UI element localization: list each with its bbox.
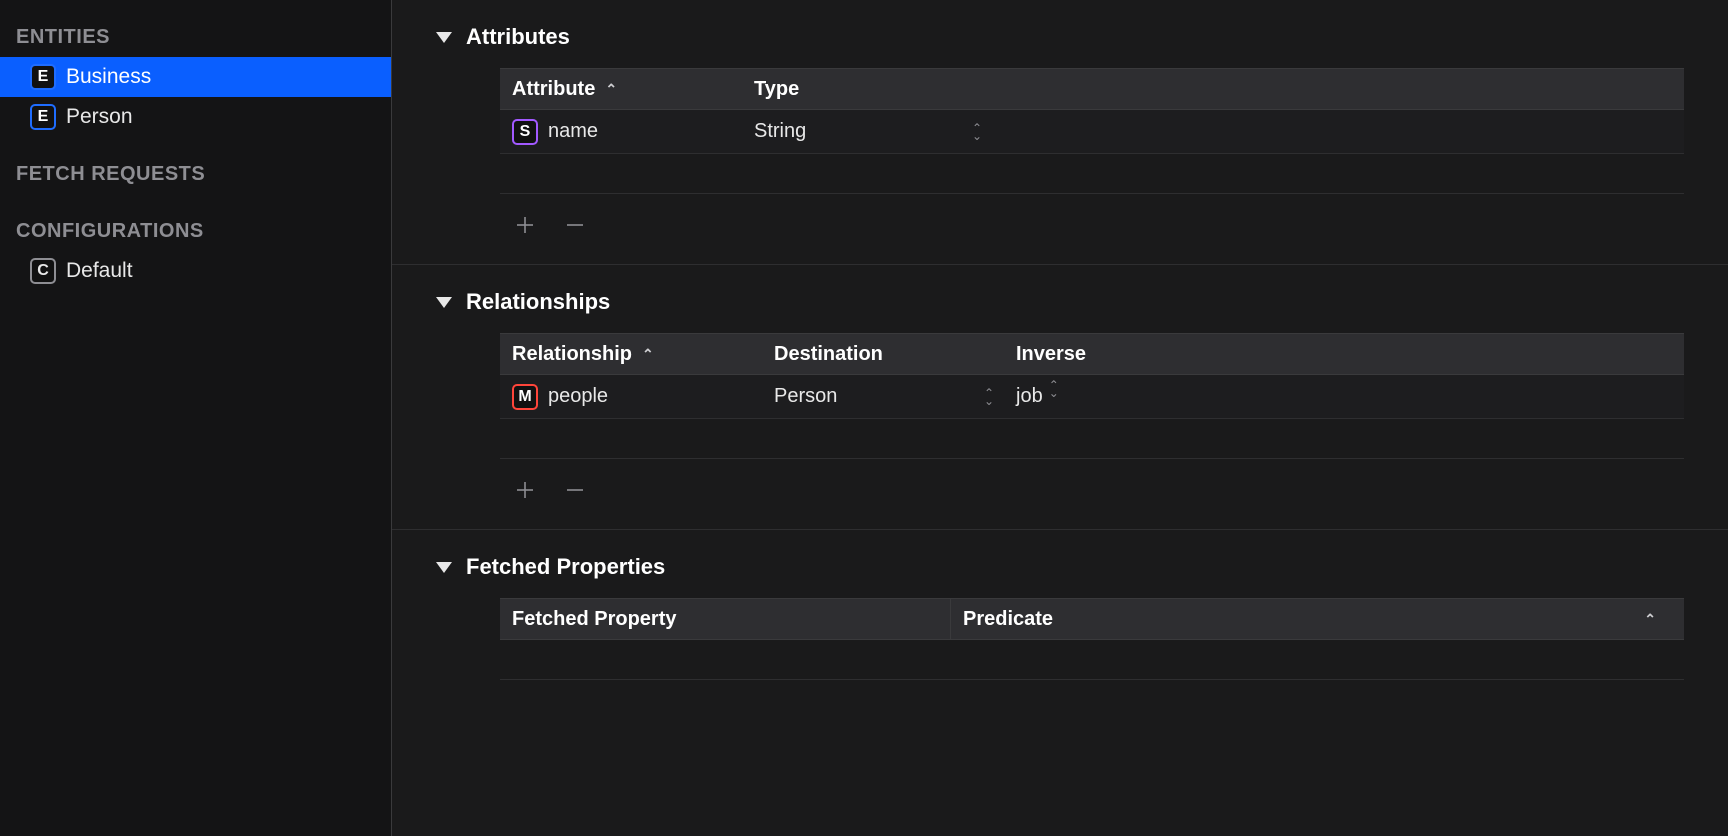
remove-relationship-button[interactable] [564, 479, 586, 501]
sidebar-item-configuration-default[interactable]: C Default [0, 251, 391, 291]
attributes-table-header: Attribute ⌃ Type [500, 68, 1684, 110]
sort-ascending-icon: ⌃ [1644, 611, 1672, 628]
disclosure-triangle-icon[interactable] [436, 32, 452, 43]
relationships-table-header: Relationship ⌃ Destination Inverse [500, 333, 1684, 375]
sidebar-item-entity-business[interactable]: E Business [0, 57, 391, 97]
sidebar-item-label: Business [66, 65, 151, 89]
column-header-type[interactable]: Type [742, 78, 992, 101]
entity-badge-icon: E [30, 64, 56, 90]
attributes-title: Attributes [466, 24, 570, 50]
table-row [500, 640, 1684, 680]
table-row [500, 154, 1684, 194]
stepper-arrows-icon: ⌃⌄ [984, 389, 994, 405]
to-many-badge-icon: M [512, 384, 538, 410]
main-panel: Attributes Attribute ⌃ Type S name [392, 0, 1728, 836]
fetched-properties-table-header: Fetched Property Predicate ⌃ [500, 598, 1684, 640]
column-header-fetched-property[interactable]: Fetched Property [500, 608, 950, 631]
add-relationship-button[interactable] [514, 479, 536, 501]
column-header-relationship[interactable]: Relationship ⌃ [500, 343, 762, 366]
relationship-inverse-select[interactable]: job ⌃⌄ [1004, 385, 1164, 408]
string-type-badge-icon: S [512, 119, 538, 145]
relationships-title: Relationships [466, 289, 610, 315]
sidebar-item-label: Person [66, 105, 133, 129]
attribute-row[interactable]: S name String ⌃⌄ [500, 110, 1684, 154]
column-header-inverse[interactable]: Inverse [1004, 343, 1164, 366]
table-row [500, 419, 1684, 459]
fetched-properties-title: Fetched Properties [466, 554, 665, 580]
sort-ascending-icon: ⌃ [642, 346, 654, 363]
column-header-attribute[interactable]: Attribute ⌃ [500, 78, 742, 101]
table-row [500, 680, 1684, 720]
disclosure-triangle-icon[interactable] [436, 297, 452, 308]
attributes-section: Attributes Attribute ⌃ Type S name [392, 0, 1728, 265]
fetched-properties-section: Fetched Properties Fetched Property Pred… [392, 530, 1728, 748]
disclosure-triangle-icon[interactable] [436, 562, 452, 573]
sidebar-item-label: Default [66, 259, 133, 283]
sidebar-item-entity-person[interactable]: E Person [0, 97, 391, 137]
relationship-name: people [548, 385, 608, 408]
sort-ascending-icon: ⌃ [605, 81, 617, 98]
relationship-destination-select[interactable]: Person ⌃⌄ [762, 385, 1004, 408]
entity-badge-icon: E [30, 104, 56, 130]
relationships-section: Relationships Relationship ⌃ Destination… [392, 265, 1728, 530]
add-attribute-button[interactable] [514, 214, 536, 236]
stepper-arrows-icon: ⌃⌄ [972, 124, 982, 140]
column-header-destination[interactable]: Destination [762, 343, 1004, 366]
column-header-predicate[interactable]: Predicate ⌃ [951, 608, 1684, 631]
relationship-row[interactable]: M people Person ⌃⌄ job ⌃⌄ [500, 375, 1684, 419]
attribute-type-select[interactable]: String ⌃⌄ [742, 120, 992, 143]
entities-header: ENTITIES [0, 18, 391, 57]
configuration-badge-icon: C [30, 258, 56, 284]
sidebar: ENTITIES E Business E Person FETCH REQUE… [0, 0, 392, 836]
fetch-requests-header: FETCH REQUESTS [0, 155, 391, 194]
configurations-header: CONFIGURATIONS [0, 212, 391, 251]
remove-attribute-button[interactable] [564, 214, 586, 236]
attribute-name: name [548, 120, 598, 143]
stepper-arrows-icon: ⌃⌄ [1049, 381, 1059, 397]
